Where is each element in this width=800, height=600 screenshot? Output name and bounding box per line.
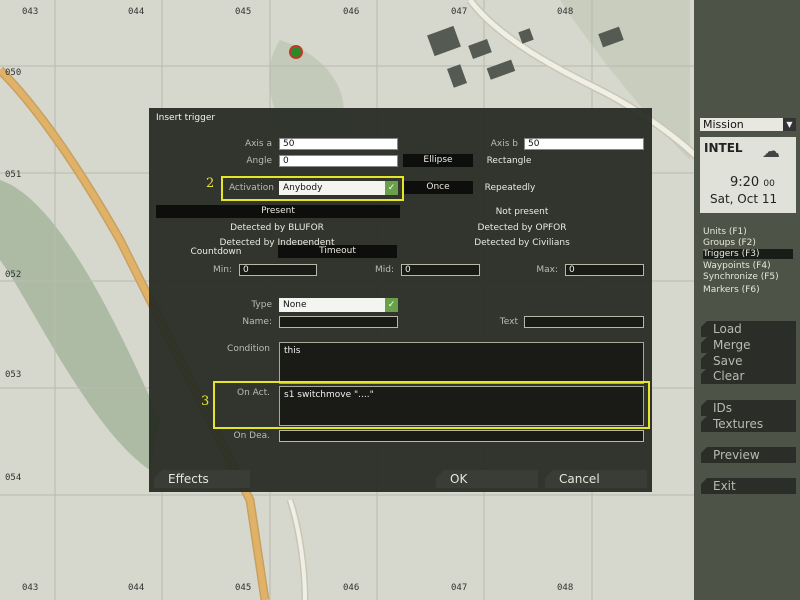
- name-field[interactable]: [279, 316, 398, 328]
- countdown-button[interactable]: Countdown: [186, 247, 246, 257]
- ok-button[interactable]: OK: [436, 470, 538, 488]
- clear-button[interactable]: Clear: [701, 368, 796, 384]
- annotation-3: 3: [201, 394, 210, 409]
- min-label: Min:: [212, 265, 232, 275]
- grid-label-top: 044: [128, 7, 145, 17]
- mode-item[interactable]: Waypoints (F4): [703, 261, 771, 271]
- grid-label-bottom: 047: [451, 583, 468, 593]
- chevron-down-icon[interactable]: ▼: [783, 118, 796, 131]
- grid-label-left: 051: [5, 170, 22, 180]
- dialog-title: Insert trigger: [156, 113, 216, 123]
- preview-button[interactable]: Preview: [701, 447, 796, 463]
- axis-a-field[interactable]: 50: [279, 138, 398, 150]
- not-present-button[interactable]: Not present: [450, 207, 594, 217]
- mid-field[interactable]: 0: [401, 264, 480, 276]
- intel-box[interactable]: INTEL ☁ 9:20 00 Sat, Oct 11: [700, 137, 796, 213]
- angle-field[interactable]: 0: [279, 155, 398, 167]
- grid-label-top: 043: [22, 7, 39, 17]
- exit-button[interactable]: Exit: [701, 478, 796, 494]
- intel-title: INTEL: [704, 141, 743, 155]
- detected-opfor-button[interactable]: Detected by OPFOR: [450, 223, 594, 233]
- name-label: Name:: [242, 317, 272, 327]
- right-panel: [694, 0, 800, 600]
- max-label: Max:: [536, 265, 558, 275]
- mode-item[interactable]: Units (F1): [703, 227, 747, 237]
- grid-label-bottom: 046: [343, 583, 360, 593]
- weather-icon: ☁: [762, 141, 780, 162]
- grid-label-top: 046: [343, 7, 360, 17]
- date-display: Sat, Oct 11: [710, 192, 778, 206]
- mode-item[interactable]: Synchronize (F5): [703, 272, 779, 282]
- ids-button[interactable]: IDs: [701, 400, 796, 416]
- mode-item[interactable]: Groups (F2): [703, 238, 756, 248]
- type-value: None: [283, 300, 307, 310]
- grid-label-left: 053: [5, 370, 22, 380]
- grid-label-bottom: 048: [557, 583, 574, 593]
- on-dea-field[interactable]: [279, 430, 644, 442]
- grid-label-bottom: 043: [22, 583, 39, 593]
- repeatedly-button[interactable]: Repeatedly: [478, 183, 542, 193]
- effects-button[interactable]: Effects: [154, 470, 250, 488]
- mid-label: Mid:: [374, 265, 394, 275]
- axis-b-field[interactable]: 50: [524, 138, 644, 150]
- text-label: Text: [499, 317, 518, 327]
- mission-select-value: Mission: [703, 118, 744, 131]
- cancel-button[interactable]: Cancel: [545, 470, 647, 488]
- type-label: Type: [251, 300, 272, 310]
- time-seconds: 00: [763, 179, 775, 189]
- mode-item[interactable]: Markers (F6): [703, 285, 760, 295]
- axis-b-label: Axis b: [490, 139, 518, 149]
- time-value: 9:20: [730, 175, 760, 190]
- condition-textarea[interactable]: this: [279, 342, 644, 384]
- axis-a-label: Axis a: [244, 139, 272, 149]
- text-field[interactable]: [524, 316, 644, 328]
- mission-select[interactable]: Mission ▼: [700, 118, 796, 131]
- condition-label: Condition: [227, 344, 270, 354]
- time-display: 9:20 00: [730, 175, 775, 190]
- grid-label-bottom: 045: [235, 583, 252, 593]
- grid-label-top: 047: [451, 7, 468, 17]
- grid-label-top: 048: [557, 7, 574, 17]
- rectangle-button[interactable]: Rectangle: [478, 156, 540, 166]
- timeout-button[interactable]: Timeout: [278, 245, 397, 258]
- mode-item[interactable]: Triggers (F3): [703, 249, 793, 259]
- once-button[interactable]: Once: [403, 181, 473, 194]
- grid-label-left: 050: [5, 68, 22, 78]
- textures-button[interactable]: Textures: [701, 416, 796, 432]
- grid-label-bottom: 044: [128, 583, 145, 593]
- merge-button[interactable]: Merge: [701, 337, 796, 353]
- grid-label-left: 052: [5, 270, 22, 280]
- chevron-down-icon[interactable]: ✓: [385, 298, 398, 312]
- annotation-2: 2: [206, 176, 215, 191]
- present-button[interactable]: Present: [156, 205, 400, 218]
- min-field[interactable]: 0: [239, 264, 317, 276]
- max-field[interactable]: 0: [565, 264, 644, 276]
- save-button[interactable]: Save: [701, 353, 796, 369]
- angle-label: Angle: [246, 156, 272, 166]
- load-button[interactable]: Load: [701, 321, 796, 337]
- on-dea-label: On Dea.: [233, 431, 271, 441]
- activation-highlight-box: [221, 176, 404, 201]
- detected-blufor-button[interactable]: Detected by BLUFOR: [200, 223, 354, 233]
- grid-label-left: 054: [5, 473, 22, 483]
- on-act-highlight-box: [213, 381, 650, 429]
- grid-label-top: 045: [235, 7, 252, 17]
- ellipse-button[interactable]: Ellipse: [403, 154, 473, 167]
- type-select[interactable]: None ✓: [279, 298, 398, 312]
- detected-civilians-button[interactable]: Detected by Civilians: [450, 238, 594, 248]
